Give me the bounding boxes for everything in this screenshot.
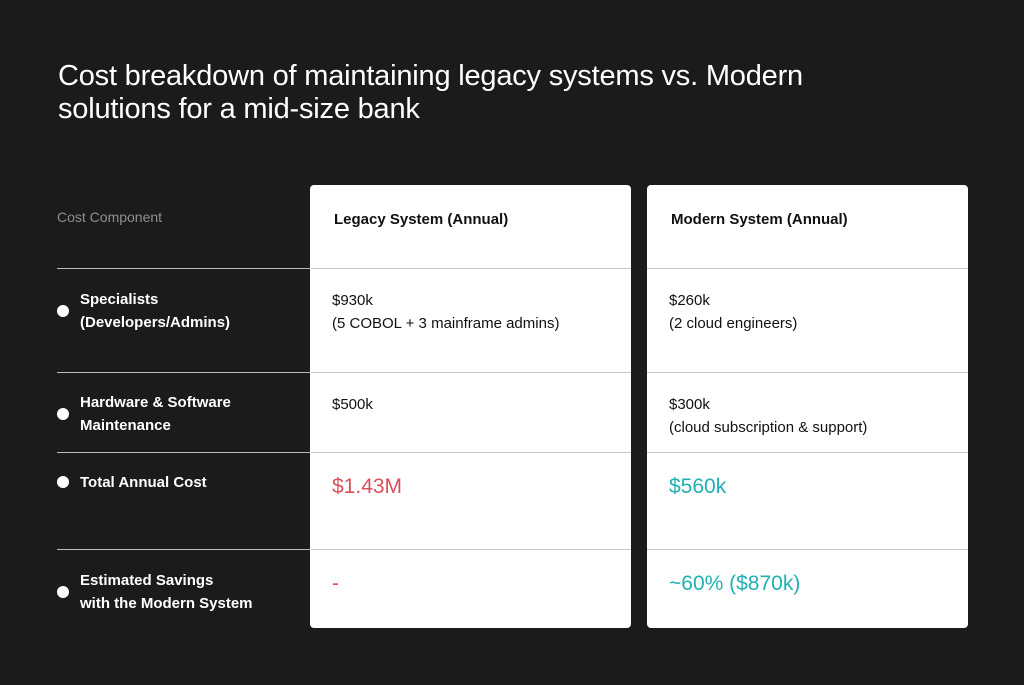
card-divider xyxy=(310,372,631,373)
bullet-icon xyxy=(57,586,69,598)
row-divider xyxy=(57,268,310,269)
legacy-total-value: $1.43M xyxy=(332,475,403,498)
modern-hardware-value: $300k xyxy=(669,396,710,413)
row-label-line: (Developers/Admins) xyxy=(80,314,231,331)
modern-savings-value: ~60% ($870k) xyxy=(669,572,801,595)
bullet-icon xyxy=(57,305,69,317)
legacy-specialists-value: $930k xyxy=(332,292,373,309)
legacy-hardware-cell: $500k xyxy=(332,393,621,416)
legacy-savings-value: - xyxy=(332,572,339,595)
card-divider xyxy=(647,549,968,550)
row-divider xyxy=(57,372,310,373)
bullet-icon xyxy=(57,476,69,488)
row-label-line: Total Annual Cost xyxy=(80,474,207,491)
modern-hardware-cell: $300k (cloud subscription & support) xyxy=(669,393,958,439)
cost-component-header: Cost Component xyxy=(57,209,163,225)
legacy-specialists-cell: $930k (5 COBOL + 3 mainframe admins) xyxy=(332,289,621,335)
row-label-savings: Estimated Savings with the Modern System xyxy=(57,569,253,615)
row-divider xyxy=(57,549,310,550)
card-divider xyxy=(647,268,968,269)
row-label-total: Total Annual Cost xyxy=(57,471,207,494)
card-divider xyxy=(310,452,631,453)
modern-system-card: Modern System (Annual) $260k (2 cloud en… xyxy=(647,185,968,628)
row-label-line: with the Modern System xyxy=(80,595,253,612)
legacy-system-card: Legacy System (Annual) $930k (5 COBOL + … xyxy=(310,185,631,628)
row-label-line: Hardware & Software xyxy=(80,394,231,411)
row-label-line: Estimated Savings xyxy=(80,572,214,589)
legacy-specialists-note: (5 COBOL + 3 mainframe admins) xyxy=(332,315,560,332)
modern-specialists-cell: $260k (2 cloud engineers) xyxy=(669,289,958,335)
card-divider xyxy=(647,452,968,453)
row-label-specialists: Specialists (Developers/Admins) xyxy=(57,288,230,334)
card-divider xyxy=(310,549,631,550)
card-divider xyxy=(647,372,968,373)
modern-hardware-note: (cloud subscription & support) xyxy=(669,419,868,436)
bullet-icon xyxy=(57,408,69,420)
modern-total-value: $560k xyxy=(669,475,727,498)
legacy-hardware-value: $500k xyxy=(332,396,373,413)
modern-column-header: Modern System (Annual) xyxy=(671,211,848,228)
row-divider xyxy=(57,452,310,453)
card-divider xyxy=(310,268,631,269)
modern-specialists-note: (2 cloud engineers) xyxy=(669,315,798,332)
row-label-line: Maintenance xyxy=(80,417,171,434)
modern-specialists-value: $260k xyxy=(669,292,710,309)
row-label-hardware: Hardware & Software Maintenance xyxy=(57,391,231,437)
page-title: Cost breakdown of maintaining legacy sys… xyxy=(58,60,803,125)
row-label-line: Specialists xyxy=(80,291,159,308)
legacy-column-header: Legacy System (Annual) xyxy=(334,211,509,228)
